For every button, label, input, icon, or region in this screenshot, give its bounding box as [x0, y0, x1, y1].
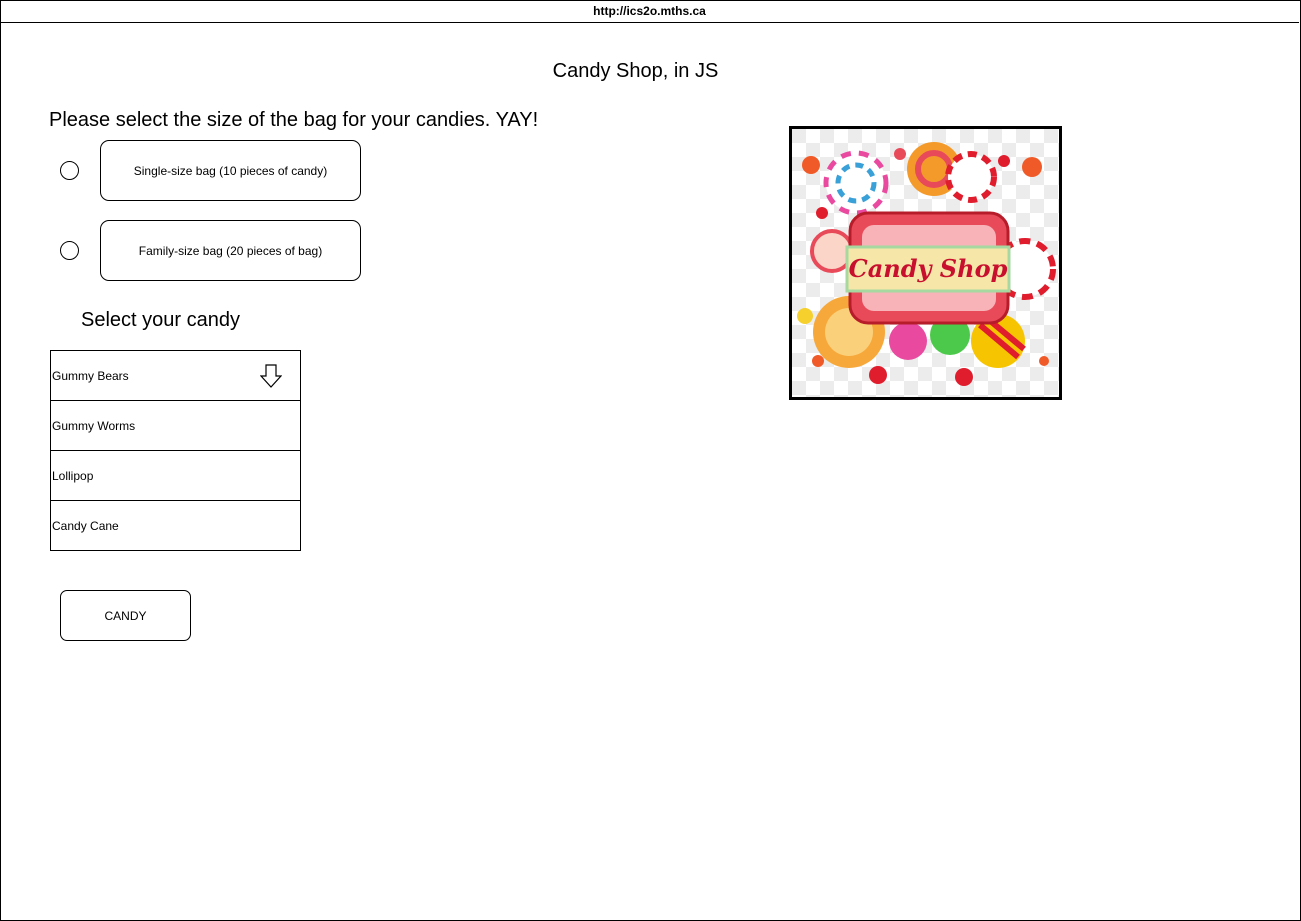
candy-option-candy-cane[interactable]: Candy Cane: [51, 500, 300, 550]
single-bag-option[interactable]: Single-size bag (10 pieces of candy): [100, 140, 361, 201]
candy-option-label: Candy Cane: [52, 518, 119, 533]
single-bag-label: Single-size bag (10 pieces of candy): [133, 163, 328, 178]
down-arrow-icon[interactable]: [260, 364, 282, 388]
candy-option-label: Gummy Bears: [52, 368, 129, 383]
candy-prompt: Select your candy: [81, 309, 240, 331]
family-bag-option[interactable]: Family-size bag (20 pieces of bag): [100, 220, 361, 281]
candy-select[interactable]: Gummy Bears Gummy Worms Lollipop Candy C…: [50, 350, 301, 551]
bag-size-prompt: Please select the size of the bag for yo…: [49, 109, 539, 131]
candy-option-label: Gummy Worms: [52, 418, 136, 433]
address-bar[interactable]: http://ics2o.mths.ca: [0, 0, 1299, 23]
page-title: Candy Shop, in JS: [552, 60, 719, 82]
candy-option-gummy-worms[interactable]: Gummy Worms: [51, 400, 300, 450]
candy-button[interactable]: CANDY: [60, 590, 191, 641]
logo-text: Candy Shop: [849, 254, 1008, 283]
family-bag-label: Family-size bag (20 pieces of bag): [138, 243, 323, 258]
candy-option-lollipop[interactable]: Lollipop: [51, 450, 300, 500]
candy-option-label: Lollipop: [52, 468, 94, 483]
radio-family-bag[interactable]: [60, 241, 79, 260]
radio-single-bag[interactable]: [60, 161, 79, 180]
candy-option-gummy-bears[interactable]: Gummy Bears: [51, 351, 300, 400]
candy-shop-illustration: Candy Shop: [792, 129, 1059, 397]
candy-shop-logo: Candy Shop: [789, 126, 1062, 400]
